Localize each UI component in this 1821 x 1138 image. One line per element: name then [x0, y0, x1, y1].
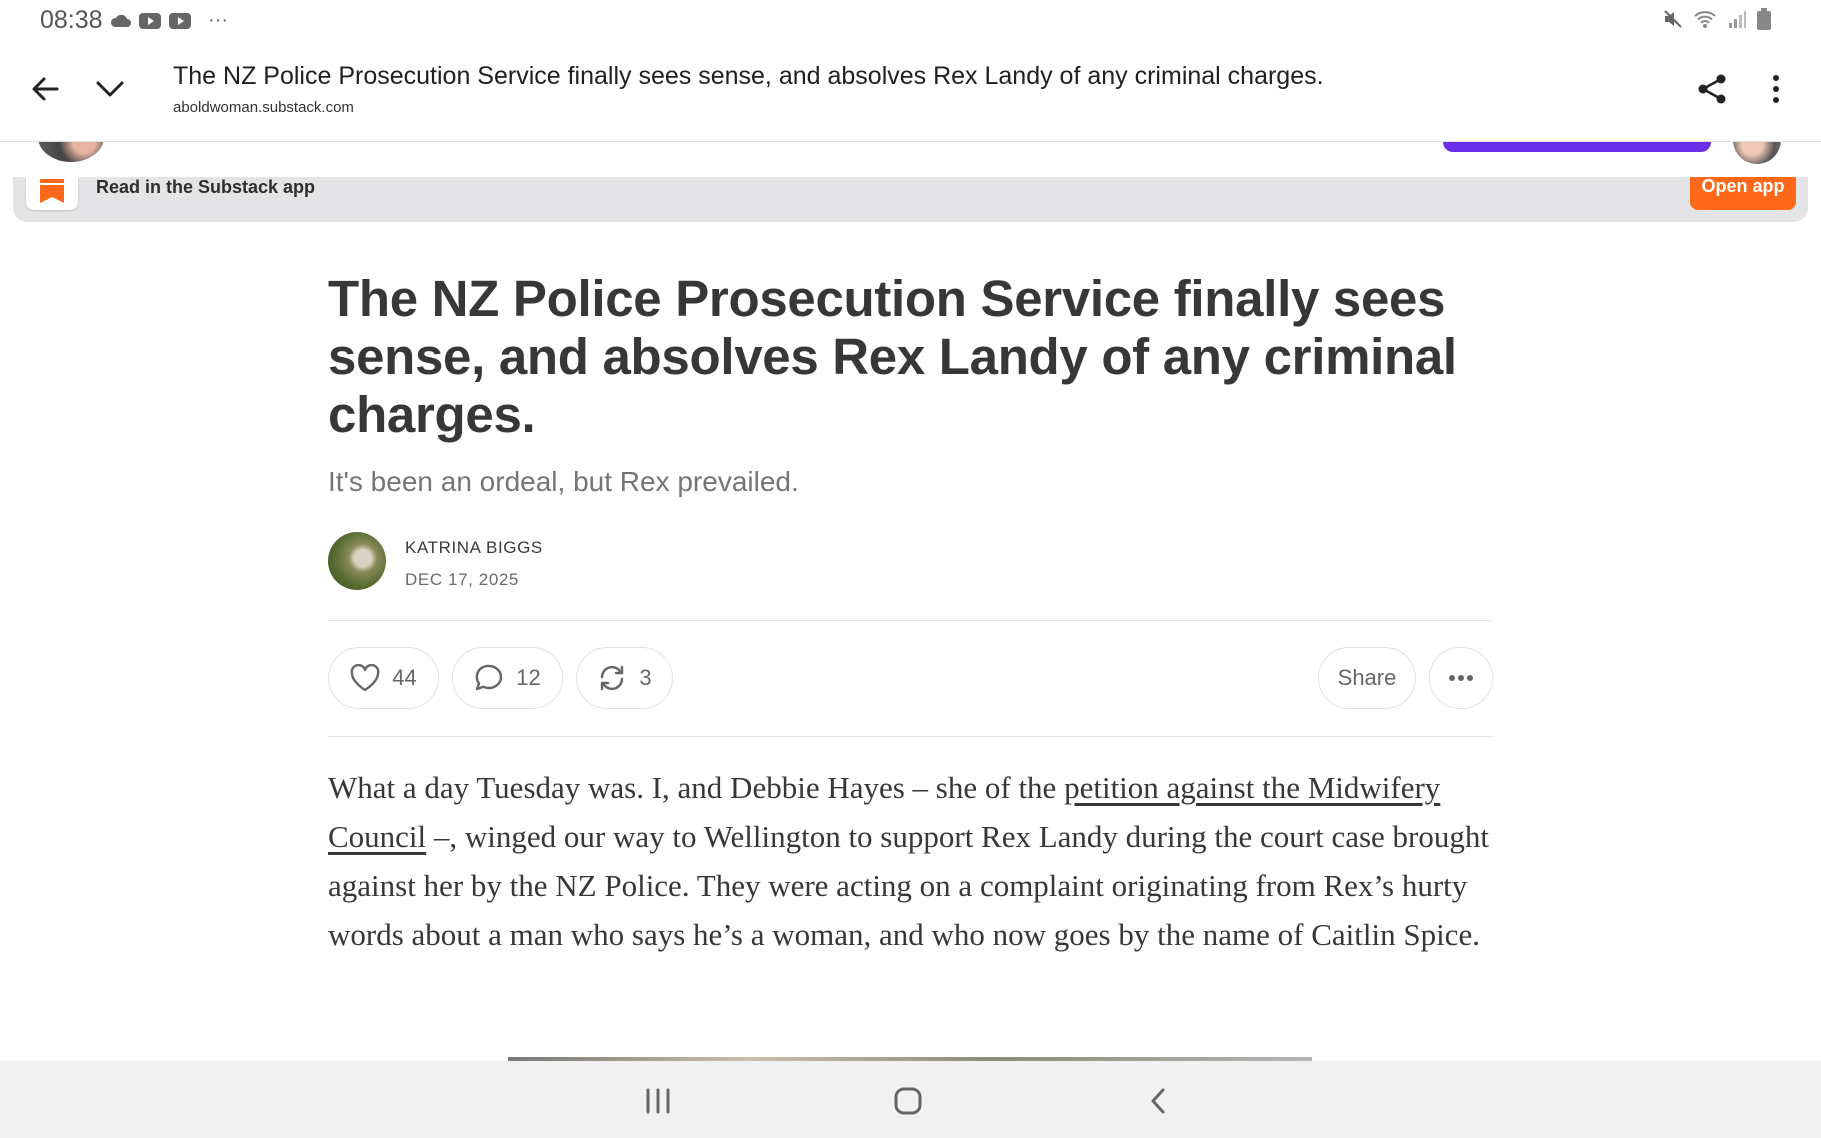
substack-icon: [40, 179, 64, 203]
article: The NZ Police Prosecution Service finall…: [328, 270, 1493, 952]
page-title: The NZ Police Prosecution Service finall…: [173, 62, 1324, 90]
chevron-left-icon: [1151, 1088, 1165, 1114]
publication-logo[interactable]: [38, 142, 104, 162]
publication-header-partial: [0, 142, 1821, 177]
restack-icon: [601, 665, 624, 691]
restack-count: 3: [639, 665, 652, 690]
chevron-down-icon: [96, 81, 124, 97]
status-bar: 08:38 ···: [0, 0, 1821, 38]
like-count: 44: [392, 665, 417, 690]
home-icon: [894, 1087, 922, 1115]
open-app-button[interactable]: Open app: [1690, 177, 1796, 210]
like-button[interactable]: 44: [328, 647, 439, 709]
battery-icon: [1757, 8, 1771, 30]
back-button[interactable]: [22, 66, 68, 112]
more-options-button[interactable]: [1429, 647, 1493, 709]
byline: KATRINA BIGGS DEC 17, 2025: [328, 532, 1493, 592]
status-system-icons: [1663, 8, 1771, 30]
user-avatar[interactable]: [1733, 142, 1781, 164]
signal-icon: [1729, 11, 1746, 28]
recent-apps-icon: [646, 1088, 670, 1114]
custom-tab-toolbar: The NZ Police Prosecution Service finall…: [0, 38, 1821, 142]
more-horizontal-icon: [1449, 675, 1473, 681]
comment-count: 12: [516, 665, 541, 690]
author-avatar[interactable]: [328, 532, 386, 590]
article-title: The NZ Police Prosecution Service finall…: [328, 270, 1457, 443]
author-name[interactable]: KATRINA BIGGS: [405, 538, 543, 558]
more-notifications: ···: [208, 9, 228, 31]
divider: [328, 620, 1493, 621]
status-time: 08:38: [40, 6, 103, 34]
share-page-button[interactable]: [1689, 66, 1735, 112]
banner-text: Read in the Substack app: [96, 177, 316, 197]
youtube-icon: [169, 12, 191, 29]
comment-icon: [475, 664, 503, 691]
system-back-button[interactable]: [1138, 1081, 1178, 1121]
cloud-icon: [110, 14, 131, 27]
body-text-part: –, winged our way to Wellington to suppo…: [328, 819, 1489, 952]
share-icon: [1698, 74, 1726, 104]
divider: [328, 736, 1493, 737]
wifi-icon: [1694, 11, 1716, 28]
system-navigation-bar: [0, 1061, 1821, 1138]
post-actions: 44 12 3 Share: [328, 647, 1493, 711]
home-button[interactable]: [888, 1081, 928, 1121]
mute-icon: [1664, 10, 1682, 28]
subscribe-button[interactable]: [1443, 142, 1711, 152]
page-domain: aboldwoman.substack.com: [173, 99, 354, 116]
recent-apps-button[interactable]: [638, 1081, 678, 1121]
share-label: Share: [1337, 665, 1397, 690]
article-subtitle: It's been an ordeal, but Rex prevailed.: [328, 466, 799, 497]
more-vertical-icon: [1773, 75, 1779, 103]
overflow-menu-button[interactable]: [1753, 66, 1799, 112]
post-date: DEC 17, 2025: [405, 570, 519, 589]
comment-button[interactable]: 12: [452, 647, 563, 709]
restack-button[interactable]: 3: [576, 647, 673, 709]
substack-logo: [26, 177, 78, 210]
status-notifications: ···: [110, 9, 228, 32]
minimize-button[interactable]: [87, 66, 133, 112]
body-text-part: What a day Tuesday was. I, and Debbie Ha…: [328, 770, 1065, 805]
article-body: What a day Tuesday was. I, and Debbie Ha…: [328, 763, 1493, 959]
heart-icon: [350, 664, 380, 692]
share-button[interactable]: Share: [1318, 647, 1416, 709]
youtube-icon: [139, 12, 161, 29]
app-banner: Read in the Substack app Open app: [13, 177, 1808, 222]
arrow-left-icon: [32, 77, 59, 101]
